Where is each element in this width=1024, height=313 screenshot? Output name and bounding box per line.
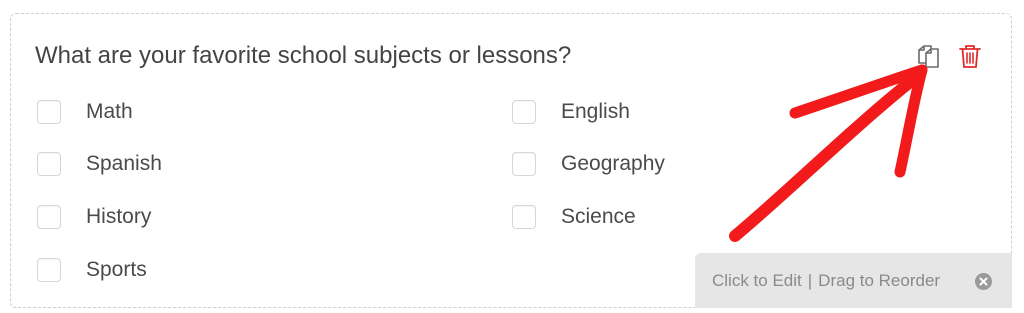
option-label: Sports — [86, 258, 147, 281]
drag-to-reorder-label[interactable]: Drag to Reorder — [818, 271, 940, 291]
question-title: What are your favorite school subjects o… — [35, 42, 572, 69]
checkbox[interactable] — [37, 205, 61, 229]
option-label: Science — [561, 205, 636, 228]
close-circle-icon[interactable] — [975, 273, 992, 290]
checkbox[interactable] — [512, 152, 536, 176]
option-label: History — [86, 205, 152, 228]
option-spanish[interactable]: Spanish — [37, 149, 162, 179]
option-label: Geography — [561, 152, 665, 175]
click-to-edit-label[interactable]: Click to Edit — [712, 271, 802, 291]
checkbox[interactable] — [37, 258, 61, 282]
checkbox[interactable] — [37, 152, 61, 176]
option-sports[interactable]: Sports — [37, 255, 147, 285]
option-label: English — [561, 100, 630, 123]
trash-icon[interactable] — [955, 41, 985, 71]
edit-reorder-bar[interactable]: Click to Edit | Drag to Reorder — [695, 253, 1012, 308]
duplicate-icon[interactable] — [913, 41, 943, 71]
option-english[interactable]: English — [512, 97, 630, 127]
option-label: Math — [86, 100, 133, 123]
checkbox[interactable] — [512, 100, 536, 124]
option-history[interactable]: History — [37, 202, 151, 232]
option-science[interactable]: Science — [512, 202, 636, 232]
checkbox[interactable] — [512, 205, 536, 229]
option-geography[interactable]: Geography — [512, 149, 665, 179]
option-math[interactable]: Math — [37, 97, 133, 127]
option-label: Spanish — [86, 152, 162, 175]
checkbox[interactable] — [37, 100, 61, 124]
separator: | — [807, 270, 813, 290]
